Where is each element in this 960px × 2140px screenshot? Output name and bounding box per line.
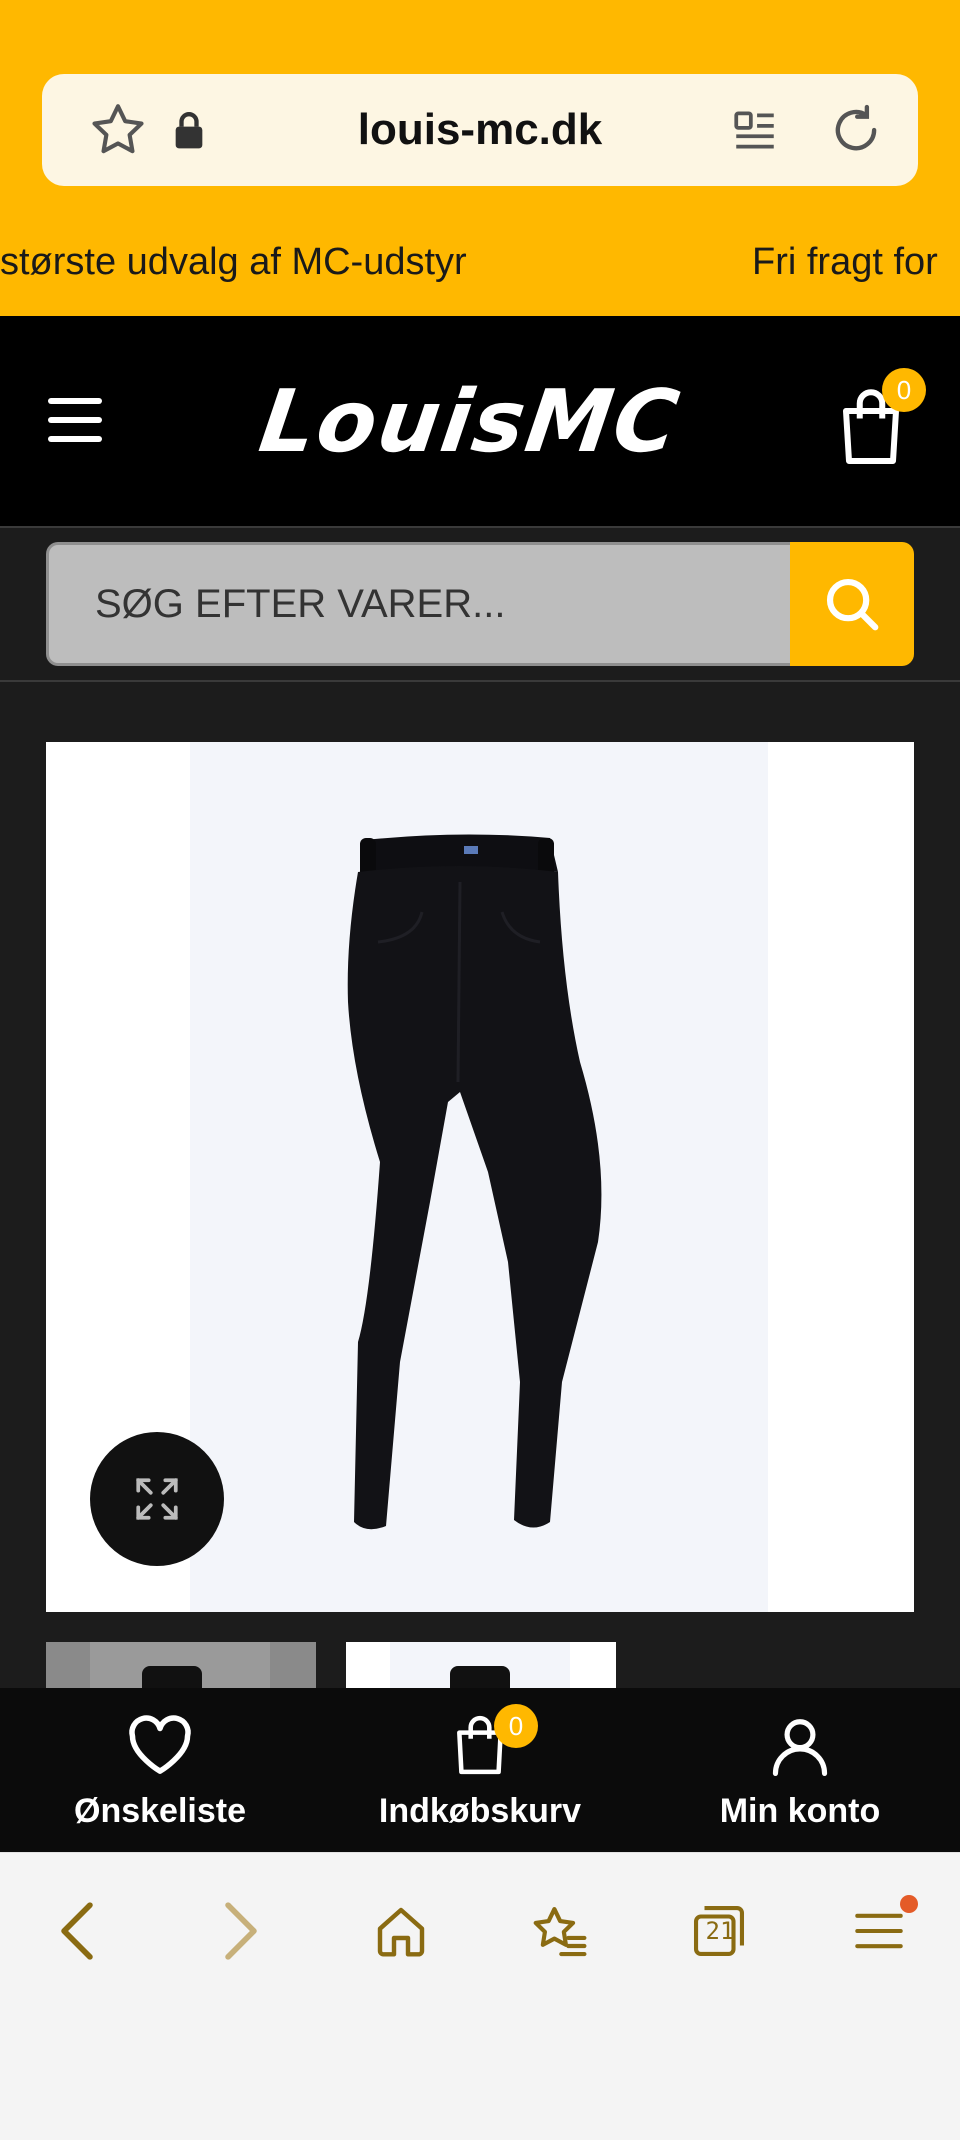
cart-label: Indkøbskurv: [378, 1792, 582, 1830]
forward-icon: [225, 1902, 257, 1960]
site-logo[interactable]: LouisMC: [213, 372, 727, 472]
search-input[interactable]: [46, 542, 794, 666]
back-button[interactable]: [32, 1891, 122, 1971]
bottom-navigation: Ønskeliste 0 Indkøbskurv Min konto: [0, 1688, 960, 1852]
wishlist-button[interactable]: Ønskeliste: [0, 1688, 320, 1852]
reader-mode-icon[interactable]: [720, 74, 790, 186]
product-image-gallery[interactable]: [46, 742, 914, 1612]
address-bar[interactable]: louis-mc.dk: [42, 74, 918, 186]
cart-button[interactable]: 0: [838, 368, 926, 466]
bookmarks-button[interactable]: [514, 1891, 604, 1971]
star-icon[interactable]: [82, 74, 154, 186]
notification-dot: [900, 1895, 918, 1913]
tab-count: 21: [705, 1917, 735, 1945]
search-icon: [826, 578, 879, 631]
expand-icon: [136, 1478, 178, 1520]
browser-toolbar: louis-mc.dk: [0, 0, 960, 222]
home-button[interactable]: [356, 1891, 446, 1971]
lock-icon: [164, 74, 214, 186]
forward-button[interactable]: [196, 1891, 286, 1971]
wishlist-label: Ønskeliste: [74, 1792, 246, 1830]
home-icon: [377, 1907, 425, 1957]
heart-icon: [129, 1715, 191, 1774]
hamburger-icon: [48, 398, 102, 404]
promo-marquee: største udvalg af MC-udstyr Fri fragt fo…: [0, 222, 960, 316]
cart-count-badge: 0: [494, 1704, 538, 1748]
product-section: [0, 682, 960, 1688]
bookmarks-icon: [533, 1907, 587, 1957]
browser-bottom-toolbar: 21: [0, 1852, 960, 2140]
tabs-button[interactable]: 21: [674, 1891, 764, 1971]
user-icon: [772, 1719, 828, 1776]
product-thumbnail[interactable]: [346, 1642, 616, 1688]
menu-button[interactable]: [48, 398, 102, 442]
account-label: Min konto: [719, 1792, 881, 1830]
search-bar: [0, 528, 960, 680]
back-icon: [61, 1902, 93, 1960]
product-thumbnail[interactable]: [46, 1642, 316, 1688]
site-header: LouisMC 0: [0, 316, 960, 526]
browser-menu-button[interactable]: [834, 1891, 924, 1971]
account-button[interactable]: Min konto: [640, 1688, 960, 1852]
reload-icon[interactable]: [816, 74, 896, 186]
zoom-button[interactable]: [90, 1432, 224, 1566]
promo-text: Fri fragt for: [752, 241, 938, 283]
cart-nav-button[interactable]: 0 Indkøbskurv: [320, 1688, 640, 1852]
menu-icon: [855, 1913, 903, 1949]
product-image: [190, 742, 768, 1612]
cart-count-badge: 0: [882, 368, 926, 412]
search-button[interactable]: [790, 542, 914, 666]
promo-text: største udvalg af MC-udstyr: [0, 241, 467, 283]
